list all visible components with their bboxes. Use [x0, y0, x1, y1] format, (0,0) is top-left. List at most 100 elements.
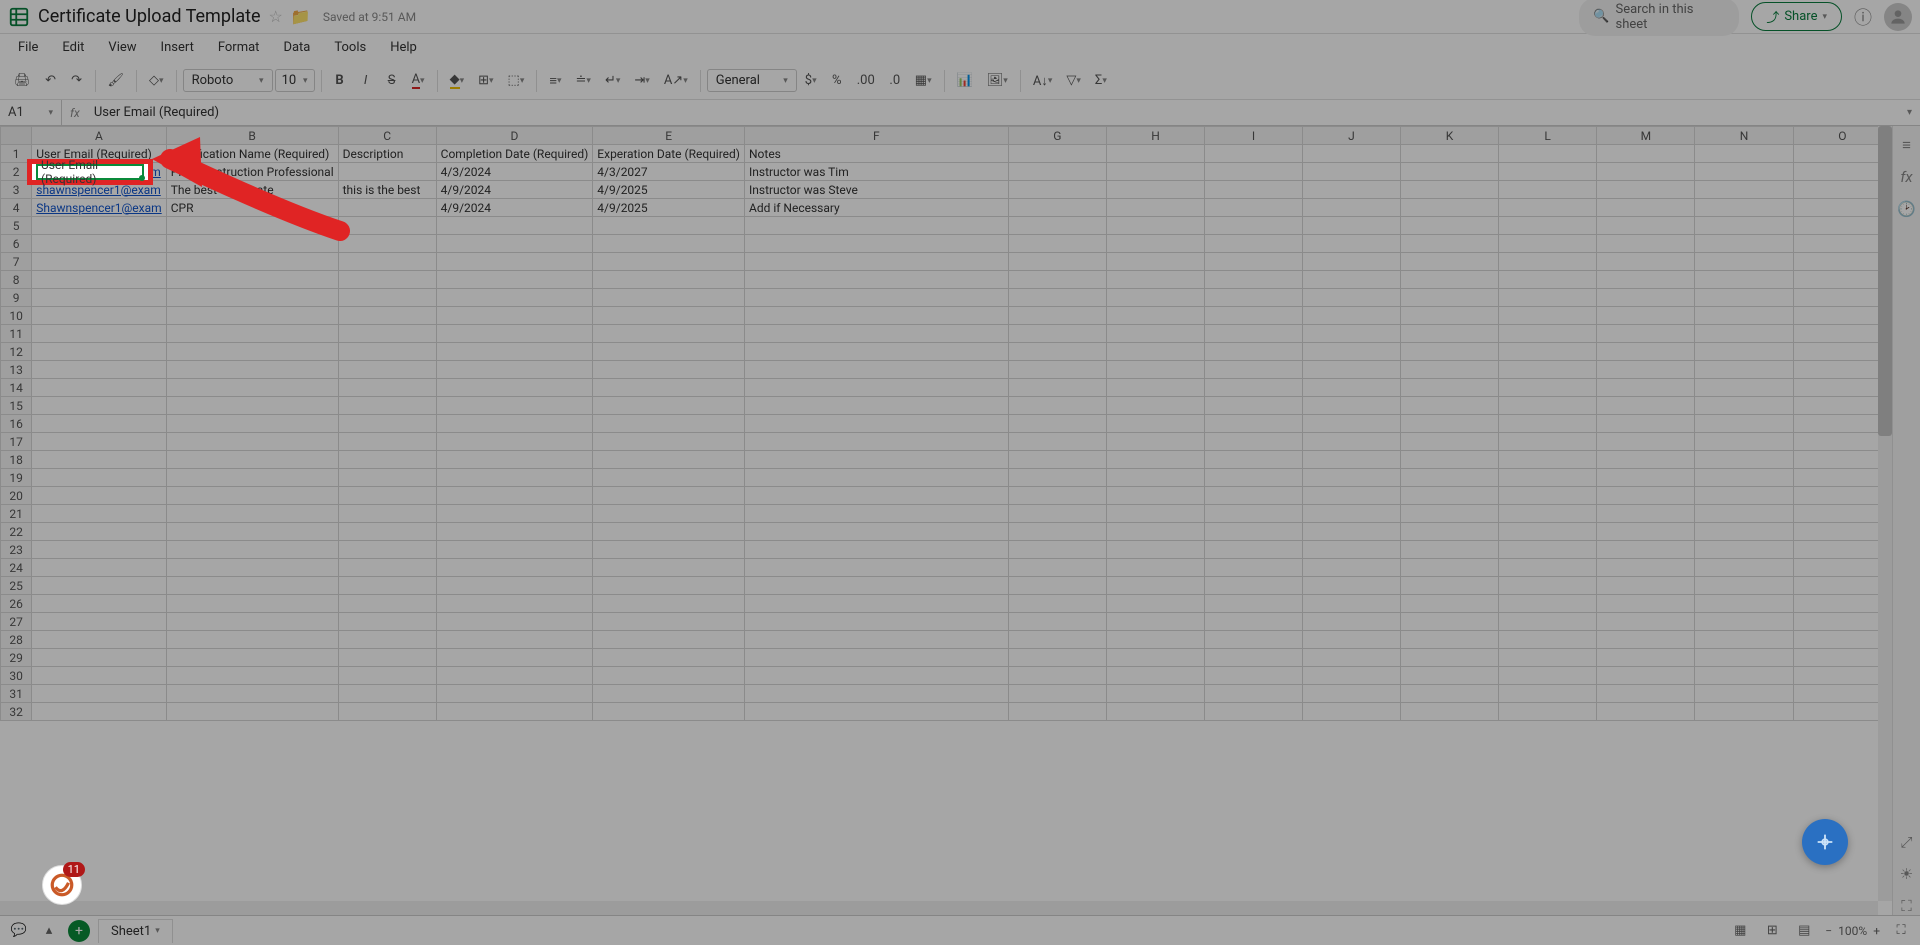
percent-icon[interactable]: %	[825, 68, 849, 94]
cell-M25[interactable]	[1597, 577, 1695, 595]
cell-M6[interactable]	[1597, 235, 1695, 253]
cell-O26[interactable]	[1793, 595, 1891, 613]
grid-main[interactable]: ABCDEFGHIJKLMNO1User Email (Required)Cer…	[0, 126, 1892, 915]
cell-K14[interactable]	[1400, 379, 1498, 397]
row-header-21[interactable]: 21	[1, 505, 32, 523]
cell-N15[interactable]	[1695, 397, 1793, 415]
cell-M31[interactable]	[1597, 685, 1695, 703]
cell-J2[interactable]	[1302, 163, 1400, 181]
cell-C23[interactable]	[338, 541, 436, 559]
cell-H7[interactable]	[1106, 253, 1204, 271]
cell-K2[interactable]	[1400, 163, 1498, 181]
cell-N17[interactable]	[1695, 433, 1793, 451]
currency-icon[interactable]: $▾	[799, 68, 823, 94]
row-header-13[interactable]: 13	[1, 361, 32, 379]
cell-O5[interactable]	[1793, 217, 1891, 235]
cell-N4[interactable]	[1695, 199, 1793, 217]
cell-J20[interactable]	[1302, 487, 1400, 505]
cell-M15[interactable]	[1597, 397, 1695, 415]
col-header-E[interactable]: E	[593, 127, 745, 145]
cell-L12[interactable]	[1499, 343, 1597, 361]
cell-J4[interactable]	[1302, 199, 1400, 217]
cell-M2[interactable]	[1597, 163, 1695, 181]
cell-B9[interactable]	[166, 289, 338, 307]
cell-K15[interactable]	[1400, 397, 1498, 415]
cell-J15[interactable]	[1302, 397, 1400, 415]
cell-M30[interactable]	[1597, 667, 1695, 685]
cell-J28[interactable]	[1302, 631, 1400, 649]
cell-J23[interactable]	[1302, 541, 1400, 559]
cell-O21[interactable]	[1793, 505, 1891, 523]
cell-H16[interactable]	[1106, 415, 1204, 433]
cell-D19[interactable]	[436, 469, 593, 487]
cell-A19[interactable]	[32, 469, 166, 487]
cell-I23[interactable]	[1205, 541, 1303, 559]
cell-F28[interactable]	[744, 631, 1008, 649]
cell-F21[interactable]	[744, 505, 1008, 523]
star-icon[interactable]: ☆	[269, 7, 283, 26]
cell-M26[interactable]	[1597, 595, 1695, 613]
cell-H32[interactable]	[1106, 703, 1204, 721]
cell-I17[interactable]	[1205, 433, 1303, 451]
folder-icon[interactable]: 📁	[291, 7, 311, 26]
cell-J22[interactable]	[1302, 523, 1400, 541]
cell-F24[interactable]	[744, 559, 1008, 577]
valign-icon[interactable]: ≐▾	[570, 68, 597, 94]
cell-E16[interactable]	[593, 415, 745, 433]
cell-N13[interactable]	[1695, 361, 1793, 379]
borders-icon[interactable]: ⊞▾	[472, 68, 499, 94]
cell-D12[interactable]	[436, 343, 593, 361]
cell-A14[interactable]	[32, 379, 166, 397]
cell-G22[interactable]	[1008, 523, 1106, 541]
halign-icon[interactable]: ≡▾	[543, 68, 567, 94]
cell-C3[interactable]: this is the best	[338, 181, 436, 199]
cell-K24[interactable]	[1400, 559, 1498, 577]
col-header-M[interactable]: M	[1597, 127, 1695, 145]
share-button[interactable]: ⤴ Share ▾	[1751, 2, 1842, 31]
cell-H29[interactable]	[1106, 649, 1204, 667]
cell-F13[interactable]	[744, 361, 1008, 379]
cell-F18[interactable]	[744, 451, 1008, 469]
cell-N31[interactable]	[1695, 685, 1793, 703]
cell-N6[interactable]	[1695, 235, 1793, 253]
cell-M1[interactable]	[1597, 145, 1695, 163]
cell-C6[interactable]	[338, 235, 436, 253]
cell-B21[interactable]	[166, 505, 338, 523]
cell-D5[interactable]	[436, 217, 593, 235]
cell-C20[interactable]	[338, 487, 436, 505]
view-page-icon[interactable]: ⊞	[1761, 920, 1783, 942]
cell-G32[interactable]	[1008, 703, 1106, 721]
cell-H11[interactable]	[1106, 325, 1204, 343]
cell-C2[interactable]	[338, 163, 436, 181]
cell-I31[interactable]	[1205, 685, 1303, 703]
cell-N11[interactable]	[1695, 325, 1793, 343]
cell-O25[interactable]	[1793, 577, 1891, 595]
cell-N32[interactable]	[1695, 703, 1793, 721]
cell-E19[interactable]	[593, 469, 745, 487]
cell-O30[interactable]	[1793, 667, 1891, 685]
cell-O2[interactable]	[1793, 163, 1891, 181]
cell-A23[interactable]	[32, 541, 166, 559]
sheet-tab[interactable]: Sheet1 ▾	[98, 919, 173, 943]
cell-H2[interactable]	[1106, 163, 1204, 181]
cell-F1[interactable]: Notes	[744, 145, 1008, 163]
cell-H23[interactable]	[1106, 541, 1204, 559]
row-header-4[interactable]: 4	[1, 199, 32, 217]
cell-J10[interactable]	[1302, 307, 1400, 325]
cell-F2[interactable]: Instructor was Tim	[744, 163, 1008, 181]
user-avatar[interactable]	[1884, 3, 1912, 31]
cell-D6[interactable]	[436, 235, 593, 253]
cell-M27[interactable]	[1597, 613, 1695, 631]
cell-C26[interactable]	[338, 595, 436, 613]
cell-G11[interactable]	[1008, 325, 1106, 343]
cell-G21[interactable]	[1008, 505, 1106, 523]
cell-F20[interactable]	[744, 487, 1008, 505]
zoom-control[interactable]: − 100% +	[1825, 924, 1880, 938]
cell-N28[interactable]	[1695, 631, 1793, 649]
cell-N2[interactable]	[1695, 163, 1793, 181]
cell-F31[interactable]	[744, 685, 1008, 703]
cell-D9[interactable]	[436, 289, 593, 307]
row-header-24[interactable]: 24	[1, 559, 32, 577]
cell-J16[interactable]	[1302, 415, 1400, 433]
row-header-32[interactable]: 32	[1, 703, 32, 721]
